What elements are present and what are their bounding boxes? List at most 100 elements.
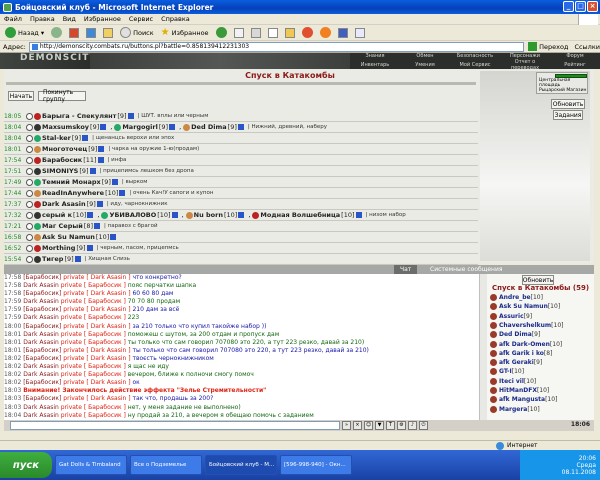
player-info-icon[interactable]: [127, 113, 134, 119]
player-name[interactable]: Maxsumskoy: [42, 123, 89, 131]
join-radio[interactable]: [26, 200, 33, 208]
player-info-icon[interactable]: [86, 245, 93, 251]
user-name[interactable]: Ask Su Namun: [499, 303, 548, 310]
nav-security[interactable]: Безопасность: [450, 53, 500, 59]
nav-my-service[interactable]: Мой Сервис: [450, 62, 500, 68]
settings-button[interactable]: ⚙: [397, 421, 406, 430]
userlist-item[interactable]: afk Mangusta [10]: [490, 395, 557, 404]
player-info-icon[interactable]: [110, 234, 117, 240]
player-info-icon[interactable]: [238, 212, 245, 218]
menu-view[interactable]: Вид: [63, 15, 76, 23]
join-radio[interactable]: [26, 222, 33, 230]
player-name[interactable]: Nu born: [194, 211, 223, 219]
menu-file[interactable]: Файл: [4, 15, 22, 23]
mail-button[interactable]: [232, 26, 246, 40]
player-name[interactable]: Многоточец: [42, 145, 87, 153]
player-name[interactable]: Маг Серый: [42, 222, 83, 230]
join-radio[interactable]: [26, 189, 33, 197]
chat-recipient[interactable]: [ Барабосик ]: [84, 371, 128, 378]
stop-button[interactable]: [67, 26, 81, 40]
player-name[interactable]: SIMONIYS: [42, 167, 78, 175]
user-name[interactable]: HitManDFX: [499, 387, 537, 394]
userlist-item[interactable]: GT-I [10]: [490, 367, 524, 376]
sound-button[interactable]: ♪: [408, 421, 417, 430]
nav-knowledge[interactable]: Знания: [350, 53, 400, 59]
user-name[interactable]: Margera: [499, 406, 527, 413]
map-knight-shop[interactable]: Рыцарский Магазин: [537, 88, 587, 93]
task-fight-club[interactable]: Бойцовский клуб - M...: [205, 455, 277, 475]
links-label[interactable]: Ссылки: [574, 43, 600, 51]
forward-button[interactable]: [49, 26, 64, 40]
chat-recipient[interactable]: [ Барабосик ]: [84, 339, 128, 346]
start-button[interactable]: Начать: [8, 91, 34, 101]
player-info-icon[interactable]: [96, 201, 103, 207]
player-name[interactable]: серый к: [42, 211, 72, 219]
player-info-icon[interactable]: [97, 157, 104, 163]
print-button[interactable]: [249, 26, 263, 40]
chat-author[interactable]: [Барабосик]: [23, 347, 63, 354]
chat-author[interactable]: [Барабосик]: [23, 306, 63, 313]
chat-recipient[interactable]: [ Барабосик ]: [84, 404, 128, 411]
player-info-icon[interactable]: [119, 190, 126, 196]
chat-author[interactable]: [Барабосик]: [23, 395, 63, 402]
chat-recipient[interactable]: [ Dark Asasin ]: [86, 355, 132, 362]
user-name[interactable]: afk Dark-Omen: [499, 341, 550, 348]
player-name[interactable]: Margogirl: [122, 123, 158, 131]
menu-help[interactable]: Справка: [161, 15, 190, 23]
chat-author[interactable]: [Барабосик]: [23, 379, 63, 386]
player-info-icon[interactable]: [87, 212, 94, 218]
chat-author[interactable]: Dark Asasin: [23, 371, 61, 378]
chat-recipient[interactable]: [ Барабосик ]: [84, 331, 128, 338]
close-button[interactable]: ×: [587, 1, 598, 12]
icq-button[interactable]: [300, 26, 315, 40]
player-name[interactable]: Тигер: [42, 255, 63, 263]
address-input[interactable]: http://demonscity.combats.ru/buttons.pl?…: [28, 41, 525, 52]
join-radio[interactable]: [26, 233, 33, 241]
tab-chat[interactable]: Чат: [394, 265, 418, 274]
user-name[interactable]: Assuric: [499, 313, 524, 320]
menu-favorites[interactable]: Избранное: [84, 15, 121, 23]
reload-button[interactable]: [84, 26, 98, 40]
history-button[interactable]: [214, 26, 229, 40]
edit-button[interactable]: [266, 26, 280, 40]
folder-button[interactable]: [283, 26, 297, 40]
tasks-button[interactable]: Задания: [553, 110, 583, 120]
leave-group-button[interactable]: Покинуть группу: [38, 89, 86, 103]
player-name[interactable]: УБИВАЛОВО: [109, 211, 156, 219]
minimize-button[interactable]: _: [563, 1, 574, 12]
player-name[interactable]: ReadInAnywhere: [42, 189, 104, 197]
join-radio[interactable]: [26, 123, 33, 131]
nav-inventory[interactable]: Инвентарь: [350, 62, 400, 68]
player-info-icon[interactable]: [171, 212, 178, 218]
favorites-button[interactable]: ★ Избранное: [159, 26, 211, 40]
join-radio[interactable]: [26, 156, 33, 164]
user-name[interactable]: GT-I: [499, 368, 512, 375]
user-name[interactable]: afk Geraki: [499, 359, 534, 366]
chat-recipient[interactable]: [ Dark Asasin ]: [86, 274, 132, 281]
player-name[interactable]: Dark Asasin: [42, 200, 86, 208]
player-info-icon[interactable]: [355, 212, 362, 218]
location-map[interactable]: Центральная площадь Рыцарский Магазин: [536, 72, 588, 94]
chat-recipient[interactable]: [ Dark Asasin ]: [86, 395, 132, 402]
task-dungeon[interactable]: Все о Подземелье: [130, 455, 202, 475]
filter-button[interactable]: ▼: [375, 421, 384, 430]
player-name[interactable]: Модная Волшебница: [260, 211, 340, 219]
player-info-icon[interactable]: [89, 168, 96, 174]
player-info-icon[interactable]: [74, 256, 81, 262]
userlist-item[interactable]: Andre_be [10]: [490, 293, 543, 302]
smiles-button[interactable]: ☺: [364, 421, 373, 430]
userlist-item[interactable]: HitManDFX [10]: [490, 386, 549, 395]
map-central-square[interactable]: Центральная площадь: [537, 78, 587, 88]
chat-author[interactable]: Dark Asasin: [23, 331, 61, 338]
chat-recipient[interactable]: [ Dark Asasin ]: [86, 323, 132, 330]
userlist-item[interactable]: Assuric [9]: [490, 312, 532, 321]
refresh-button[interactable]: Обновить: [551, 99, 585, 109]
nav-skills[interactable]: Умения: [400, 62, 450, 68]
nav-exchange[interactable]: Обмен: [400, 53, 450, 59]
chat-recipient[interactable]: [ Барабосик ]: [84, 282, 128, 289]
join-radio[interactable]: [26, 178, 33, 186]
chat-author[interactable]: Dark Asasin: [23, 314, 61, 321]
chat-author[interactable]: Dark Asasin: [23, 404, 61, 411]
chat-recipient[interactable]: [ Барабосик ]: [84, 363, 128, 370]
chat-recipient[interactable]: [ Барабосик ]: [84, 412, 128, 419]
